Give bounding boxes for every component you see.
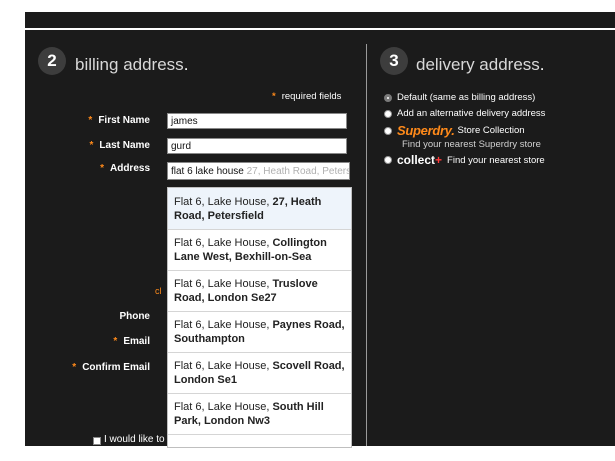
suggestion-prefix: Flat 6, Lake House, bbox=[174, 278, 273, 290]
collect-plus-logo: collect+ bbox=[397, 153, 442, 167]
required-star: * bbox=[72, 362, 77, 373]
opt-in-checkbox[interactable] bbox=[93, 437, 101, 445]
required-star: * bbox=[88, 115, 93, 126]
delivery-option-label: Add an alternative delivery address bbox=[397, 108, 546, 119]
suggestion-prefix: Flat 6, Lake House, bbox=[174, 237, 273, 249]
section-divider bbox=[366, 44, 367, 446]
collect-plus-logo-plus: + bbox=[435, 153, 443, 167]
suggestion-item[interactable]: Flat 6, Lake House, 27, Heath Road, Pete… bbox=[168, 188, 351, 230]
first-name-input[interactable]: james bbox=[167, 113, 347, 129]
suggestion-prefix: Flat 6, Lake House, bbox=[174, 319, 273, 331]
last-name-input[interactable]: gurd bbox=[167, 138, 347, 154]
billing-title: billing address. bbox=[75, 55, 188, 75]
required-star: * bbox=[113, 336, 118, 347]
email-label-text: Email bbox=[123, 336, 150, 347]
collect-plus-logo-text: collect bbox=[397, 153, 436, 167]
delivery-step-number: 3 bbox=[380, 47, 408, 75]
required-star: * bbox=[89, 140, 94, 151]
suggestion-item[interactable]: Flat 6, Lake House, Scovell Road, London… bbox=[168, 353, 351, 394]
required-fields-label: required fields bbox=[281, 91, 342, 102]
delivery-option-store-collection[interactable]: Superdry. Store Collection bbox=[384, 123, 525, 138]
suggestion-prefix: Flat 6, Lake House, bbox=[174, 360, 273, 372]
suggestion-prefix: Flat 6, Lake House, bbox=[174, 195, 273, 208]
suggestion-item[interactable]: Flat 6, Lake House, Truslove Road, Londo… bbox=[168, 271, 351, 312]
suggestion-item[interactable]: Flat 6, Lake House, Paynes Road, Southam… bbox=[168, 312, 351, 353]
delivery-option-label: Find your nearest store bbox=[447, 154, 545, 166]
top-rule bbox=[25, 28, 615, 30]
last-name-label-text: Last Name bbox=[99, 140, 150, 151]
suggestion-item[interactable]: Flat 6, Lake House, South Hill Park, Lon… bbox=[168, 394, 351, 435]
opt-in-label: I would like to bbox=[104, 434, 165, 445]
address-label-text: Address bbox=[109, 163, 150, 174]
address-suggestions-dropdown: Flat 6, Lake House, 27, Heath Road, Pete… bbox=[167, 187, 352, 448]
radio-icon[interactable] bbox=[384, 126, 392, 135]
required-star: * bbox=[272, 91, 276, 102]
address-typed-text: flat 6 lake house bbox=[171, 166, 244, 177]
billing-title-text: billing address bbox=[75, 55, 184, 74]
delivery-title-dot: . bbox=[539, 55, 545, 74]
billing-title-dot: . bbox=[183, 55, 189, 74]
delivery-option-collect-plus[interactable]: collect+ Find your nearest store bbox=[384, 153, 545, 167]
delivery-title: delivery address. bbox=[416, 55, 545, 75]
radio-icon[interactable] bbox=[384, 109, 392, 118]
delivery-title-text: delivery address bbox=[416, 55, 540, 74]
suggestion-item[interactable]: Flat 6, Lake House, Collington Lane West… bbox=[168, 230, 351, 271]
last-name-label: * Last Name bbox=[70, 140, 150, 151]
address-autocomplete-hint: 27, Heath Road, Petersfield bbox=[246, 166, 349, 177]
billing-step-number: 2 bbox=[38, 47, 66, 75]
superdry-logo: Superdry. bbox=[397, 123, 455, 138]
required-fields-note: * required fields bbox=[272, 91, 341, 102]
radio-icon[interactable] bbox=[384, 156, 392, 164]
email-label: * Email bbox=[70, 336, 150, 347]
address-label: * Address bbox=[70, 163, 150, 174]
delivery-option-alternative[interactable]: Add an alternative delivery address bbox=[384, 108, 545, 119]
delivery-option-default[interactable]: Default (same as billing address) bbox=[384, 92, 535, 103]
phone-label: Phone bbox=[119, 311, 150, 322]
confirm-email-label: * Confirm Email bbox=[60, 362, 150, 373]
hidden-link-fragment[interactable]: cl bbox=[155, 286, 162, 296]
required-star: * bbox=[100, 163, 104, 174]
delivery-option-label: Store Collection bbox=[457, 125, 525, 136]
first-name-label-text: First Name bbox=[98, 115, 150, 126]
confirm-email-label-text: Confirm Email bbox=[82, 362, 150, 373]
suggestion-prefix: Flat 6, Lake House, bbox=[174, 401, 273, 413]
radio-checked-icon[interactable] bbox=[384, 93, 392, 102]
address-input[interactable]: flat 6 lake house 27, Heath Road, Peters… bbox=[167, 162, 350, 180]
store-collection-subtext: Find your nearest Superdry store bbox=[402, 139, 541, 150]
delivery-option-label: Default (same as billing address) bbox=[397, 92, 536, 103]
first-name-label: * First Name bbox=[70, 115, 150, 126]
